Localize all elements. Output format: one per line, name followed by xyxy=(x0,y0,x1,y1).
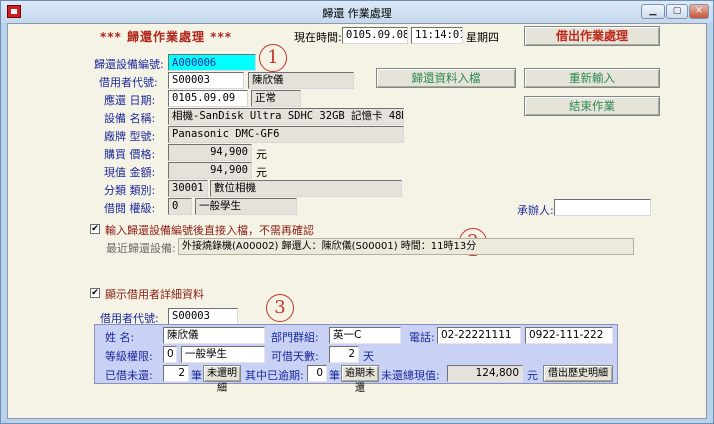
time-display: 11:14:01 xyxy=(411,27,463,44)
form-area: *** 歸還作業處理 *** 現在時間: 0105.09.08 11:14:01… xyxy=(7,23,707,419)
detail-borrower-id-field: S00003 xyxy=(168,308,238,325)
price-unit: 元 xyxy=(256,148,267,161)
unreturned-detail-button[interactable]: 未還明細 xyxy=(203,365,241,394)
borrower-name-field: 陳欣儀 xyxy=(248,72,354,89)
recent-return-field: 外接燒錄機(A00002) 歸還人：陳欣儀(S00001) 時間：11時13分 xyxy=(178,238,634,255)
value-unit: 元 xyxy=(256,166,267,179)
brand-label: 廠牌 型號: xyxy=(104,130,156,143)
title-bar[interactable]: 歸還 作業處理 ▁ ▢ ✕ xyxy=(1,1,713,23)
handler-input[interactable] xyxy=(554,199,651,216)
detail-phone-field: 02-22221111 xyxy=(437,327,521,344)
date-display: 0105.09.08 xyxy=(342,27,408,44)
equip-no-input[interactable] xyxy=(168,54,256,71)
detail-dept-label: 部門群組: xyxy=(271,331,319,344)
borrow-processing-button[interactable]: 借出作業處理 xyxy=(524,26,660,46)
window-title: 歸還 作業處理 xyxy=(322,7,392,20)
detail-level-code-field: 0 xyxy=(163,346,177,363)
weekday-label: 星期四 xyxy=(466,31,499,44)
borrow-history-button[interactable]: 借出歷史明細 xyxy=(543,365,613,382)
annotation-circle-3: 3 xyxy=(266,294,294,322)
level-label: 借閱 權級: xyxy=(104,202,156,215)
direct-save-checkbox[interactable]: ✔ xyxy=(90,224,100,234)
minimize-button[interactable]: ▁ xyxy=(641,4,665,19)
category-label: 分類 類別: xyxy=(104,184,156,197)
due-date-field: 0105.09.09 xyxy=(168,90,248,107)
page-title: *** 歸還作業處理 *** xyxy=(100,30,233,44)
overdue-detail-button[interactable]: 逾期未還 xyxy=(341,365,379,394)
detail-mobile-field: 0922-111-222 xyxy=(525,327,613,344)
return-save-button[interactable]: 歸還資料入檔 xyxy=(376,68,516,88)
level-name-field: 一般學生 xyxy=(195,198,297,215)
maximize-button[interactable]: ▢ xyxy=(666,4,688,19)
detail-name-field: 陳欣儀 xyxy=(163,327,265,344)
detail-phone-label: 電話: xyxy=(409,331,435,344)
detail-level-name-field: 一般學生 xyxy=(181,346,265,363)
value-field: 94,900 xyxy=(168,162,252,179)
close-button[interactable]: ✕ xyxy=(689,4,709,19)
detail-level-label: 等級權限: xyxy=(105,350,153,363)
level-code-field: 0 xyxy=(168,198,192,215)
reset-button[interactable]: 重新輸入 xyxy=(524,68,660,88)
borrower-id-field: S00003 xyxy=(168,72,244,89)
direct-save-label: 輸入歸還設備編號後直接入檔，不需再確認 xyxy=(105,224,314,237)
detail-dept-field: 英一C xyxy=(329,327,401,344)
app-window: 歸還 作業處理 ▁ ▢ ✕ *** 歸還作業處理 *** 現在時間: 0105.… xyxy=(0,0,714,424)
detail-overdue-field: 0 xyxy=(307,365,327,382)
detail-total-value-field: 124,800 xyxy=(447,365,523,382)
detail-days-label: 可借天數: xyxy=(271,350,319,363)
price-field: 94,900 xyxy=(168,144,252,161)
detail-overdue-label: 其中已逾期: xyxy=(245,369,304,382)
detail-unreturned-unit: 筆 xyxy=(191,369,202,382)
due-date-label: 應還 日期: xyxy=(104,94,156,107)
detail-overdue-unit: 筆 xyxy=(329,369,340,382)
price-label: 購買 價格: xyxy=(104,148,156,161)
status-field: 正常 xyxy=(251,90,301,107)
recent-return-label: 最近歸還設備: xyxy=(106,242,176,255)
brand-field: Panasonic DMC-GF6 xyxy=(168,126,404,143)
finish-button[interactable]: 結束作業 xyxy=(524,96,660,116)
detail-total-value-unit: 元 xyxy=(527,369,538,382)
show-detail-label: 顯示借用者詳細資料 xyxy=(105,288,204,301)
borrower-detail-panel: 姓 名: 陳欣儀 部門群組: 英一C 電話: 02-22221111 0922-… xyxy=(94,324,618,394)
handler-label: 承辦人: xyxy=(517,204,554,217)
value-label: 現值 金額: xyxy=(104,166,156,179)
device-name-label: 設備 名稱: xyxy=(104,112,156,125)
detail-unreturned-field: 2 xyxy=(163,365,189,382)
detail-name-label: 姓 名: xyxy=(105,331,135,344)
detail-days-field: 2 xyxy=(329,346,359,363)
borrower-id-label: 借用者代號: xyxy=(99,76,158,89)
time-label: 現在時間: xyxy=(294,31,342,44)
category-name-field: 數位相機 xyxy=(210,180,402,197)
annotation-circle-1: 1 xyxy=(259,44,287,72)
detail-unreturned-label: 已借未還: xyxy=(105,369,153,382)
category-code-field: 30001 xyxy=(168,180,208,197)
detail-total-value-label: 未還總現值: xyxy=(381,369,440,382)
show-detail-checkbox[interactable]: ✔ xyxy=(90,288,100,298)
detail-days-unit: 天 xyxy=(363,350,374,363)
equip-no-label: 歸還設備編號: xyxy=(94,58,164,71)
device-name-field: 相機-SanDisk Ultra SDHC 32GB 記憶卡 48MB xyxy=(168,108,404,125)
